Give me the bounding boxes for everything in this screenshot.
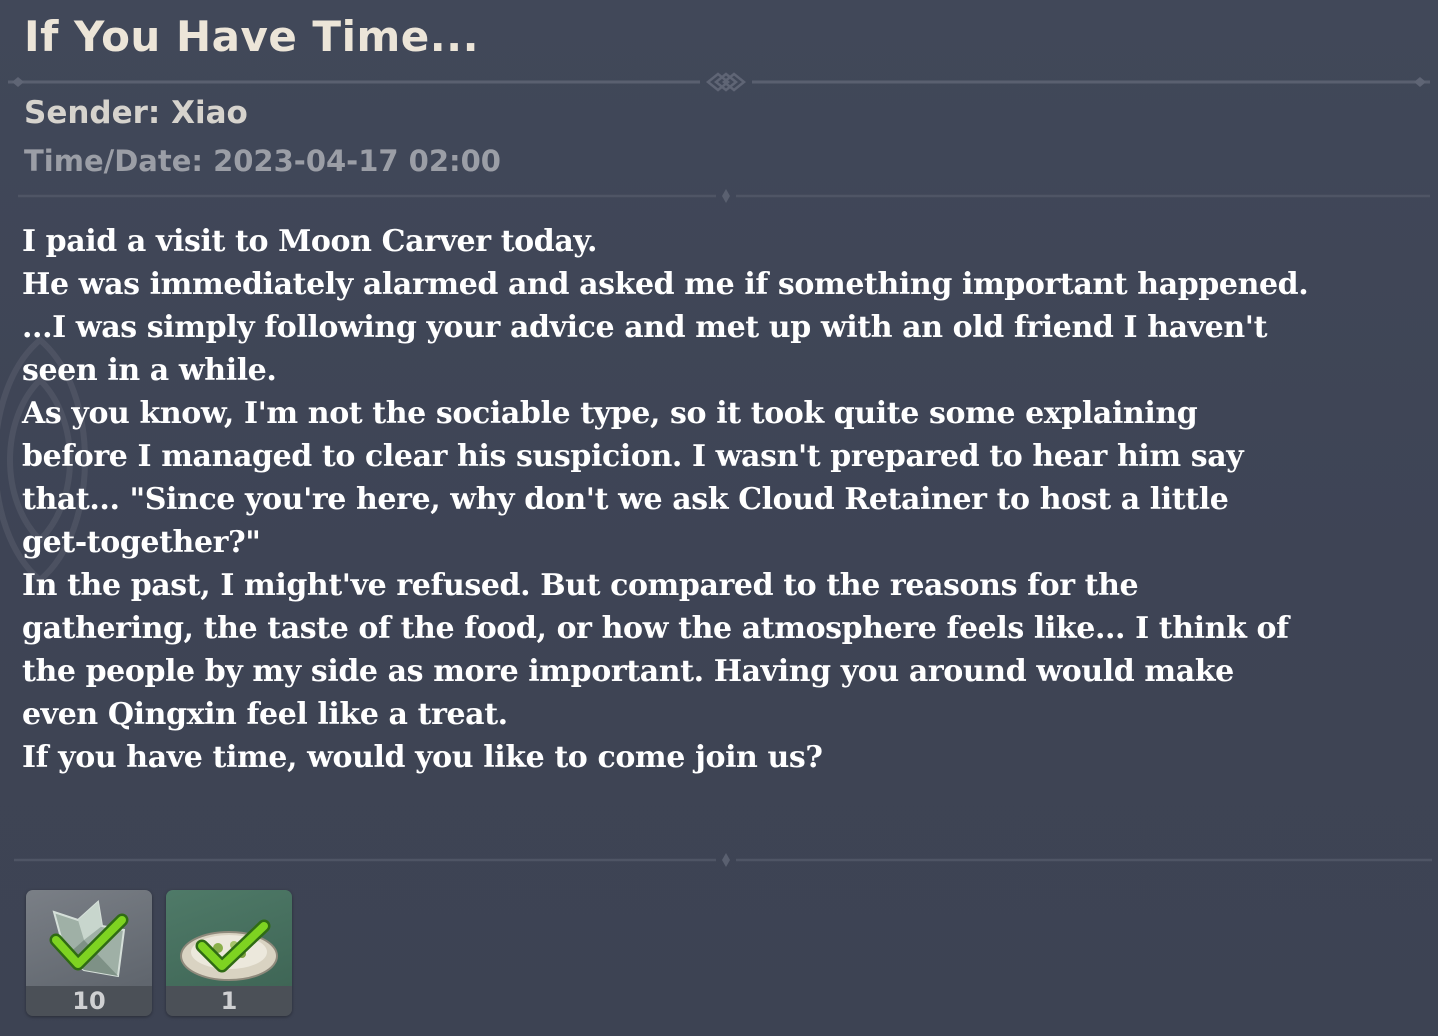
mail-body: I paid a visit to Moon Carver today. He … xyxy=(22,220,1422,779)
body-line: He was immediately alarmed and asked me … xyxy=(22,267,1309,302)
mail-panel: If You Have Time... Sender: Xiao Time/Da… xyxy=(0,0,1438,1036)
mail-timestamp: Time/Date: 2023-04-17 02:00 xyxy=(24,144,501,178)
dish-item-icon xyxy=(180,919,278,981)
body-line: gathering, the taste of the food, or how… xyxy=(22,611,1289,646)
mail-title: If You Have Time... xyxy=(24,12,480,61)
body-line: I paid a visit to Moon Carver today. xyxy=(22,224,598,259)
body-line: the people by my side as more important.… xyxy=(22,654,1234,689)
body-line: even Qingxin feel like a treat. xyxy=(22,697,508,732)
attachments-divider xyxy=(14,853,1432,867)
item-count: 10 xyxy=(26,986,152,1016)
body-line: that... "Since you're here, why don't we… xyxy=(22,482,1229,517)
body-line: get-together?" xyxy=(22,525,261,560)
body-line: ...I was simply following your advice an… xyxy=(22,310,1268,345)
attachment-item-dish[interactable]: 1 xyxy=(166,890,292,1016)
body-line: before I managed to clear his suspicion.… xyxy=(22,439,1244,474)
body-line: As you know, I'm not the sociable type, … xyxy=(22,396,1198,431)
attachment-item-crystal[interactable]: 10 xyxy=(26,890,152,1016)
body-line: In the past, I might've refused. But com… xyxy=(22,568,1139,603)
header-divider xyxy=(18,189,1430,203)
item-count: 1 xyxy=(166,986,292,1016)
body-line: seen in a while. xyxy=(22,353,277,388)
title-divider xyxy=(8,72,1430,92)
mail-sender: Sender: Xiao xyxy=(24,95,248,131)
body-line: If you have time, would you like to come… xyxy=(22,740,823,775)
attachment-list: 10 1 xyxy=(26,890,292,1016)
crystal-item-icon xyxy=(49,900,129,978)
